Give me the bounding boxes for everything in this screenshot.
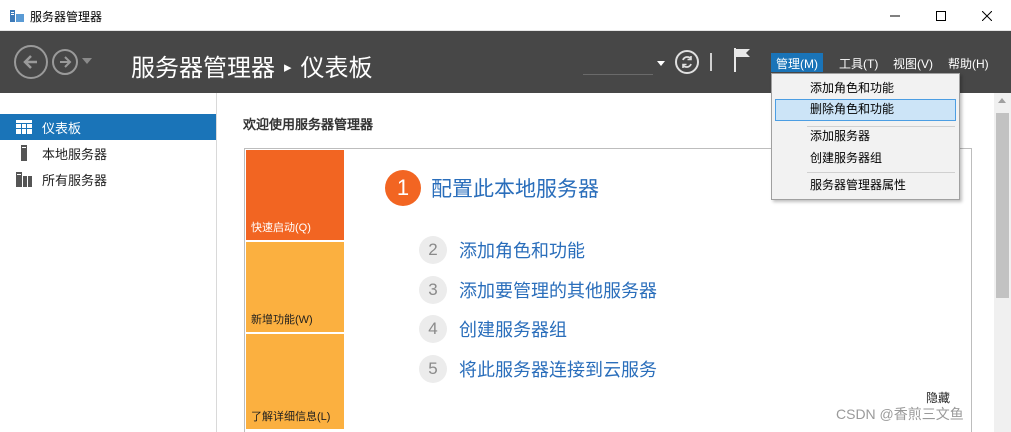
dashboard-icon (16, 119, 32, 135)
step-create-server-group[interactable]: 4 创建服务器组 (419, 315, 567, 343)
menu-item-add-roles[interactable]: 添加角色和功能 (775, 78, 956, 100)
back-button[interactable] (14, 45, 48, 79)
step-link[interactable]: 创建服务器组 (459, 316, 567, 342)
server-manager-app-icon (9, 8, 25, 24)
maximize-button[interactable] (918, 0, 964, 31)
left-navigation: 仪表板 本地服务器 所有服务器 (0, 93, 217, 432)
menu-item-properties[interactable]: 服务器管理器属性 (775, 175, 956, 197)
sidebar-item-dashboard[interactable]: 仪表板 (0, 114, 216, 140)
scroll-thumb[interactable] (996, 113, 1009, 298)
flag-icon (734, 48, 750, 72)
menu-item-create-server-group[interactable]: 创建服务器组 (775, 148, 956, 170)
refresh-button[interactable] (675, 50, 699, 74)
arrow-left-icon (23, 55, 37, 69)
arrow-right-icon (60, 56, 72, 68)
menu-separator (807, 172, 955, 173)
step-add-servers[interactable]: 3 添加要管理的其他服务器 (419, 276, 657, 304)
maximize-icon (936, 10, 946, 21)
window-title: 服务器管理器 (30, 10, 103, 24)
breadcrumb-separator: ▸ (284, 59, 292, 76)
watermark: CSDN @香煎三文鱼 (836, 406, 964, 422)
menu-help[interactable]: 帮助(H) (943, 53, 994, 72)
tile-quick-start[interactable]: 快速启动(Q) (246, 150, 344, 240)
menu-item-add-servers[interactable]: 添加服务器 (775, 126, 956, 148)
sidebar-item-label: 仪表板 (42, 120, 82, 136)
sidebar-item-label: 本地服务器 (42, 146, 108, 162)
step-number-badge: 1 (385, 170, 421, 206)
welcome-heading: 欢迎使用服务器管理器 (243, 117, 374, 132)
refresh-icon (682, 56, 692, 68)
tile-label: 新增功能(W) (251, 314, 313, 326)
step-configure-local-server[interactable]: 1 配置此本地服务器 (385, 170, 599, 206)
close-button[interactable] (964, 0, 1010, 31)
menu-manage[interactable]: 管理(M) (771, 53, 823, 72)
window-titlebar: 服务器管理器 (0, 0, 1011, 31)
breadcrumb-current: 仪表板 (300, 55, 373, 82)
breadcrumb-root[interactable]: 服务器管理器 (131, 55, 275, 82)
menu-view[interactable]: 视图(V) (888, 53, 938, 72)
server-icon (16, 145, 32, 161)
tile-label: 了解详细信息(L) (251, 411, 331, 423)
step-number-badge: 3 (419, 276, 447, 304)
sidebar-item-label: 所有服务器 (42, 172, 108, 188)
menu-tools[interactable]: 工具(T) (834, 53, 883, 72)
manage-dropdown-menu: 添加角色和功能 删除角色和功能 添加服务器 创建服务器组 服务器管理器属性 (771, 73, 960, 200)
history-dropdown-icon[interactable] (82, 58, 92, 64)
menu-item-remove-roles[interactable]: 删除角色和功能 (775, 99, 956, 121)
header-divider (710, 53, 712, 71)
minimize-button[interactable] (872, 0, 918, 31)
step-link[interactable]: 配置此本地服务器 (431, 173, 599, 203)
notifications-button[interactable] (732, 47, 752, 73)
step-link[interactable]: 添加角色和功能 (459, 237, 585, 263)
step-link[interactable]: 将此服务器连接到云服务 (459, 356, 657, 382)
scroll-up-icon[interactable] (998, 98, 1006, 103)
tile-whats-new[interactable]: 新增功能(W) (246, 242, 344, 332)
minimize-icon (890, 15, 900, 16)
step-add-roles[interactable]: 2 添加角色和功能 (419, 236, 585, 264)
sidebar-item-all-servers[interactable]: 所有服务器 (0, 166, 216, 192)
servers-icon (16, 171, 32, 187)
step-number-badge: 2 (419, 236, 447, 264)
forward-button[interactable] (52, 49, 78, 75)
step-number-badge: 5 (419, 355, 447, 383)
breadcrumb: 服务器管理器 ▸ 仪表板 (131, 48, 373, 83)
sidebar-item-local-server[interactable]: 本地服务器 (0, 140, 216, 166)
step-link[interactable]: 添加要管理的其他服务器 (459, 277, 657, 303)
step-connect-cloud[interactable]: 5 将此服务器连接到云服务 (419, 355, 657, 383)
tile-learn-more[interactable]: 了解详细信息(L) (246, 334, 344, 429)
close-icon (982, 10, 992, 21)
chevron-down-icon[interactable] (657, 61, 665, 66)
header-dropdown-track (583, 74, 653, 75)
vertical-scrollbar[interactable] (994, 93, 1011, 432)
tile-label: 快速启动(Q) (251, 222, 311, 234)
step-number-badge: 4 (419, 315, 447, 343)
